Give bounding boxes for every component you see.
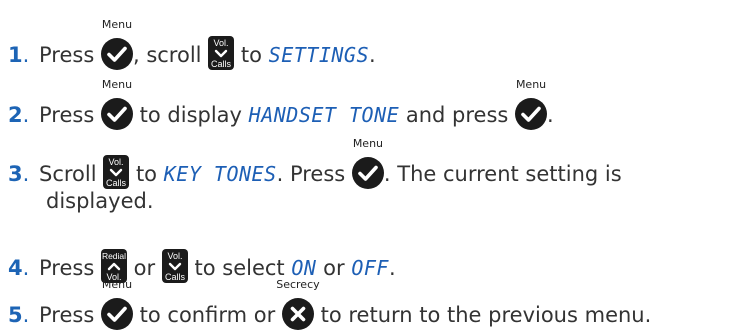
step-text: to return to the previous menu. [320, 303, 652, 327]
menu-check-button-icon: Menu [100, 79, 133, 130]
menu-check-button-icon: Menu [515, 79, 548, 130]
step-3-continuation: displayed. [46, 189, 154, 213]
lcd-display-text: HANDSET TONE [248, 103, 400, 127]
lcd-display-text: SETTINGS [268, 43, 369, 67]
vol-label: Vol. [214, 38, 229, 48]
step-text: Press [39, 103, 95, 127]
menu-caption: Menu [101, 78, 133, 91]
step-1: 1. Press Menu , scroll Vol. Calls to SETTI… [8, 18, 376, 70]
step-number: 5 [8, 303, 23, 327]
step-text: and press [405, 103, 509, 127]
step-text: . The current setting is [383, 162, 622, 186]
menu-check-button-icon: Menu [100, 279, 133, 330]
step-number: 3 [8, 162, 23, 186]
secrecy-x-button-icon: Secrecy [276, 279, 320, 330]
secrecy-caption: Secrecy [276, 278, 320, 291]
vol-label: Vol. [109, 157, 124, 167]
step-4: 4. Press Redial Vol. or Vol. Calls to sele… [8, 249, 396, 283]
step-text: , scroll [132, 43, 202, 67]
step-text: to [240, 43, 262, 67]
redial-label: Redial [102, 251, 126, 261]
calls-label: Calls [211, 59, 232, 69]
calls-label: Calls [106, 178, 127, 188]
step-5: 5. Press Menu to confirm or Secrecy to r… [8, 279, 652, 330]
step-number: 2 [8, 103, 23, 127]
menu-caption: Menu [101, 18, 133, 31]
step-text: Scroll [39, 162, 97, 186]
step-text: . [368, 43, 376, 67]
step-text: Press [39, 43, 95, 67]
menu-check-button-icon: Menu [100, 19, 133, 70]
lcd-display-text: KEY TONES [163, 162, 277, 186]
vol-calls-down-button-icon: Vol. Calls [103, 155, 130, 189]
step-text: . Press [276, 162, 346, 186]
vol-calls-down-button-icon: Vol. Calls [208, 36, 235, 70]
step-number: 1 [8, 43, 23, 67]
step-text: to [135, 162, 158, 186]
lcd-display-text: ON [291, 256, 317, 280]
step-text: or [323, 256, 345, 280]
menu-check-button-icon: Menu [351, 138, 384, 189]
step-text: . [547, 103, 554, 127]
vol-label: Vol. [167, 251, 182, 261]
step-text: to confirm or [139, 303, 276, 327]
step-text: . [388, 256, 396, 280]
menu-caption: Menu [352, 137, 384, 150]
calls-label: Calls [165, 272, 186, 282]
step-text: Press [39, 303, 95, 327]
step-text: or [133, 256, 156, 280]
step-3: 3. Scroll Vol. Calls to KEY TONES. Press … [8, 137, 622, 189]
menu-caption: Menu [101, 278, 133, 291]
vol-calls-down-button-icon: Vol. Calls [161, 249, 188, 283]
menu-caption: Menu [515, 78, 547, 91]
step-text: to display [139, 103, 242, 127]
step-text: to select [194, 256, 285, 280]
lcd-display-text: OFF [351, 256, 389, 280]
step-text: Press [39, 256, 95, 280]
step-2: 2. Press Menu to display HANDSET TONE an… [8, 79, 554, 130]
step-number: 4 [8, 256, 23, 280]
